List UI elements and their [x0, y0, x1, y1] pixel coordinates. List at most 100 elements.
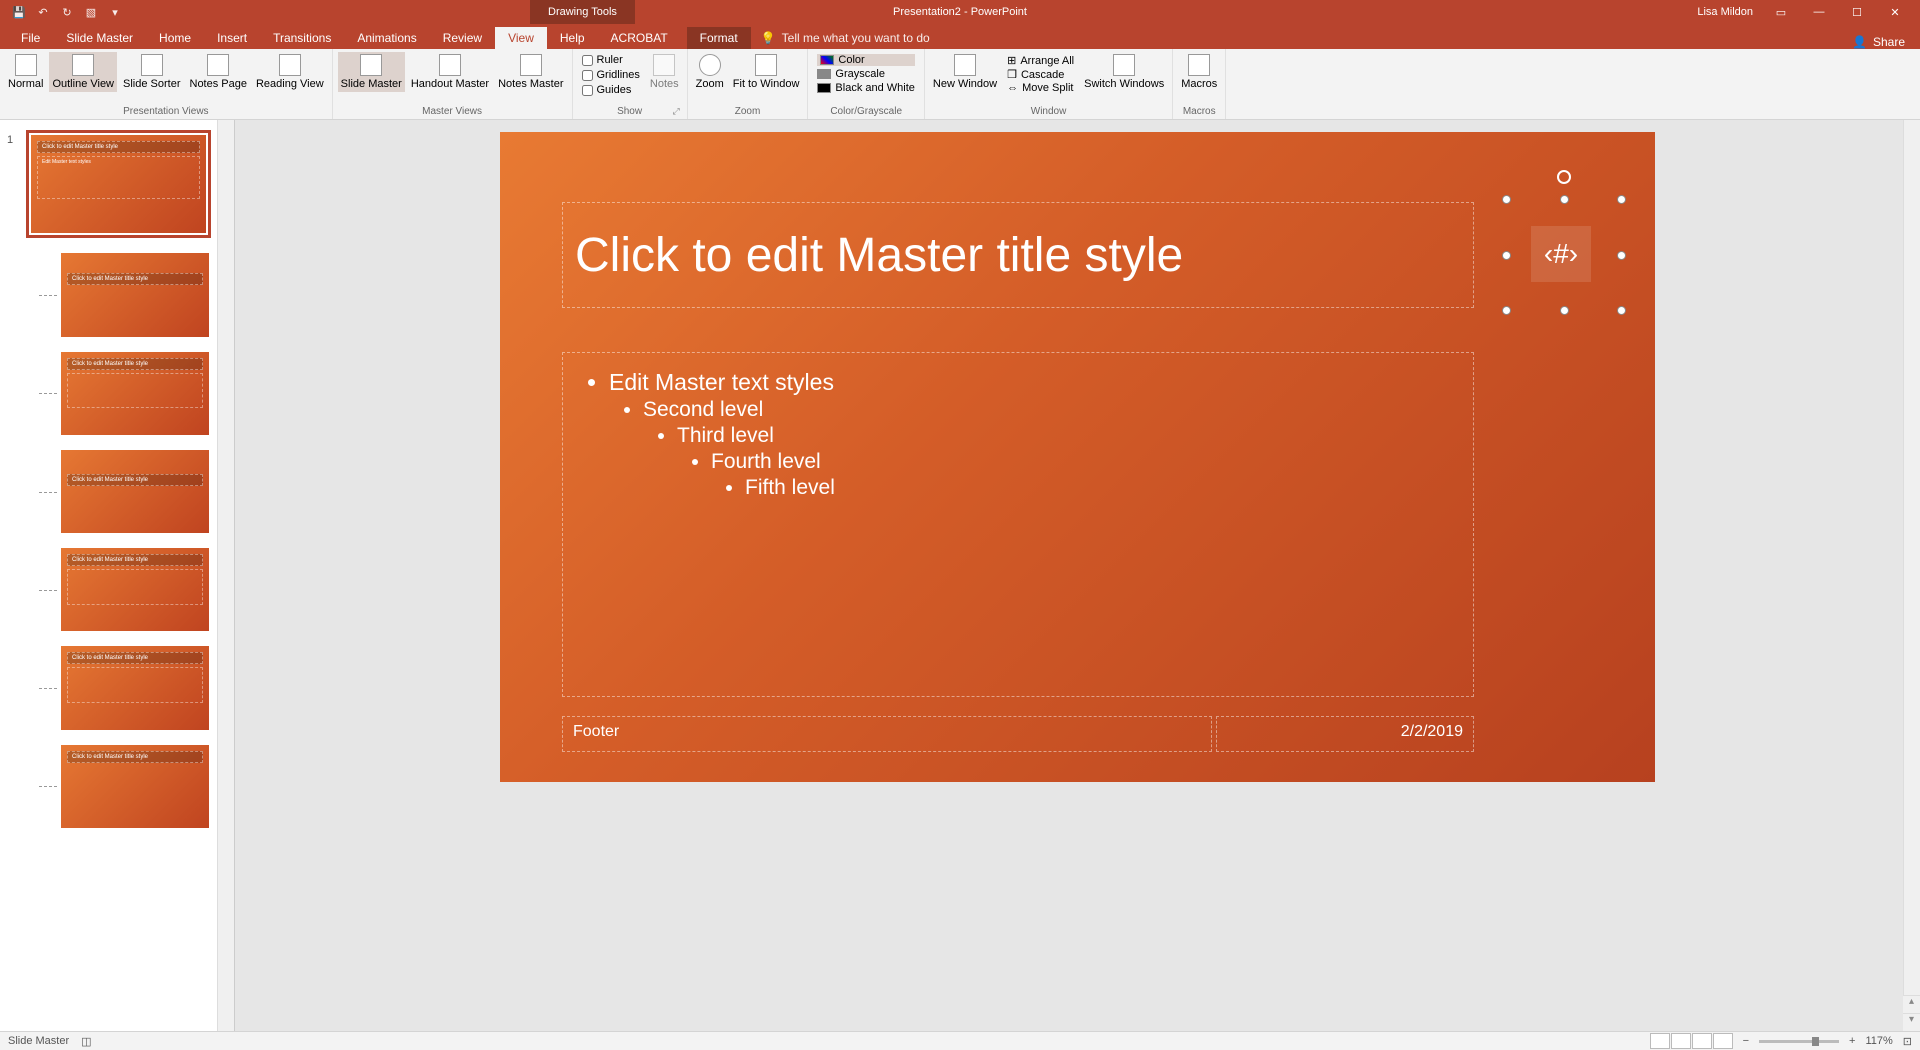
dialog-launcher-icon[interactable]: ⤢ — [672, 106, 679, 117]
next-slide-icon[interactable]: ▾ — [1903, 1013, 1920, 1031]
layout-thumbnail[interactable]: Click to edit Master title style — [61, 548, 209, 631]
resize-handle[interactable] — [1502, 306, 1511, 315]
zoom-level[interactable]: 117% — [1865, 1035, 1892, 1047]
new-window-button[interactable]: New Window — [930, 52, 1000, 92]
group-macros: Macros Macros — [1173, 49, 1226, 119]
qat-customize-icon[interactable]: ▾ — [108, 5, 122, 19]
move-split-button[interactable]: ⇔Move Split — [1007, 82, 1074, 94]
slide-nav-buttons: ▴ ▾ — [1903, 995, 1920, 1031]
reading-view-icon[interactable] — [1692, 1033, 1712, 1049]
minimize-icon[interactable]: — — [1809, 2, 1829, 22]
zoom-in-icon[interactable]: + — [1849, 1035, 1855, 1047]
group-presentation-views: Normal Outline View Slide Sorter Notes P… — [0, 49, 333, 119]
layout-thumbnail[interactable]: Click to edit Master title style — [61, 352, 209, 435]
share-button[interactable]: 👤 Share — [1852, 35, 1905, 49]
tab-home[interactable]: Home — [146, 27, 204, 49]
save-icon[interactable]: 💾 — [12, 5, 26, 19]
tab-help[interactable]: Help — [547, 27, 598, 49]
reading-view-button[interactable]: Reading View — [253, 52, 327, 92]
sorter-view-icon[interactable] — [1671, 1033, 1691, 1049]
normal-view-button[interactable]: Normal — [5, 52, 46, 92]
slide-number-placeholder-selected[interactable]: ‹#› — [1507, 200, 1621, 310]
resize-handle[interactable] — [1502, 251, 1511, 260]
ribbon: Normal Outline View Slide Sorter Notes P… — [0, 49, 1920, 120]
tell-me-search[interactable]: 💡 Tell me what you want to do — [751, 27, 940, 49]
ruler-checkbox[interactable]: Ruler — [582, 54, 640, 66]
group-label: Zoom — [693, 106, 803, 119]
start-slideshow-icon[interactable]: ▧ — [84, 5, 98, 19]
tab-animations[interactable]: Animations — [344, 27, 429, 49]
resize-handle[interactable] — [1502, 195, 1511, 204]
ribbon-options-icon[interactable]: ▭ — [1771, 2, 1791, 22]
footer-placeholder[interactable]: Footer — [562, 716, 1212, 752]
slide-sorter-button[interactable]: Slide Sorter — [120, 52, 183, 92]
list-item: Second level — [643, 398, 1453, 422]
resize-handle[interactable] — [1560, 195, 1569, 204]
document-title: Presentation2 - PowerPoint — [893, 6, 1027, 18]
black-white-option[interactable]: Black and White — [817, 82, 914, 94]
maximize-icon[interactable]: ☐ — [1847, 2, 1867, 22]
layout-thumbnail[interactable]: Click to edit Master title style — [61, 745, 209, 828]
title-placeholder[interactable]: Click to edit Master title style — [562, 202, 1474, 308]
zoom-out-icon[interactable]: − — [1743, 1035, 1749, 1047]
layout-thumbnail[interactable]: Click to edit Master title style — [61, 253, 209, 336]
slide-editor[interactable]: Click to edit Master title style Edit Ma… — [235, 120, 1920, 1031]
resize-handle[interactable] — [1560, 306, 1569, 315]
arrange-all-button[interactable]: ⊞Arrange All — [1007, 54, 1074, 67]
master-thumbnail[interactable]: Click to edit Master title style Edit Ma… — [26, 130, 211, 238]
tab-slide-master[interactable]: Slide Master — [53, 27, 146, 49]
switch-windows-button[interactable]: Switch Windows — [1081, 52, 1167, 92]
accessibility-icon[interactable]: ◫ — [81, 1035, 91, 1048]
tab-transitions[interactable]: Transitions — [260, 27, 344, 49]
fit-to-window-button[interactable]: Fit to Window — [730, 52, 803, 92]
zoom-button[interactable]: Zoom — [693, 52, 727, 92]
macros-button[interactable]: Macros — [1178, 52, 1220, 92]
tab-view[interactable]: View — [495, 27, 547, 49]
prev-slide-icon[interactable]: ▴ — [1903, 995, 1920, 1013]
fit-window-icon[interactable]: ⊡ — [1903, 1035, 1912, 1048]
notes-page-button[interactable]: Notes Page — [187, 52, 250, 92]
redo-icon[interactable]: ↻ — [60, 5, 74, 19]
resize-handle[interactable] — [1617, 251, 1626, 260]
notes-button: Notes — [647, 52, 682, 92]
body-placeholder[interactable]: Edit Master text styles Second level Thi… — [562, 352, 1474, 697]
resize-handle[interactable] — [1617, 195, 1626, 204]
zoom-slider[interactable] — [1759, 1040, 1839, 1043]
gridlines-checkbox[interactable]: Gridlines — [582, 69, 640, 81]
tab-format[interactable]: Format — [687, 27, 751, 49]
group-label: Macros — [1178, 106, 1220, 119]
thumbnail-scrollbar[interactable] — [217, 120, 234, 1031]
tab-acrobat[interactable]: ACROBAT — [598, 27, 681, 49]
thumbnail-list[interactable]: Click to edit Master title style Edit Ma… — [20, 120, 217, 1031]
normal-view-icon[interactable] — [1650, 1033, 1670, 1049]
user-name[interactable]: Lisa Mildon — [1697, 6, 1753, 18]
close-icon[interactable]: ✕ — [1885, 2, 1905, 22]
outline-view-button[interactable]: Outline View — [49, 52, 117, 92]
slideshow-view-icon[interactable] — [1713, 1033, 1733, 1049]
group-label: Color/Grayscale — [813, 106, 918, 119]
tab-file[interactable]: File — [8, 27, 53, 49]
date-placeholder[interactable]: 2/2/2019 — [1216, 716, 1474, 752]
tab-insert[interactable]: Insert — [204, 27, 260, 49]
editor-scrollbar[interactable] — [1903, 120, 1920, 1031]
layout-thumbnail[interactable]: Click to edit Master title style — [61, 646, 209, 729]
group-label: Master Views — [338, 106, 567, 119]
group-label: Show⤢ — [578, 106, 682, 119]
share-icon: 👤 — [1852, 35, 1867, 49]
color-option[interactable]: Color — [817, 54, 914, 66]
grayscale-option[interactable]: Grayscale — [817, 68, 914, 80]
guides-checkbox[interactable]: Guides — [582, 84, 640, 96]
rotation-handle[interactable] — [1557, 170, 1571, 184]
handout-master-button[interactable]: Handout Master — [408, 52, 492, 92]
tab-review[interactable]: Review — [430, 27, 495, 49]
layout-thumbnail[interactable]: Click to edit Master title style — [61, 450, 209, 533]
group-window: New Window ⊞Arrange All ❒Cascade ⇔Move S… — [925, 49, 1173, 119]
resize-handle[interactable] — [1617, 306, 1626, 315]
undo-icon[interactable]: ↶ — [36, 5, 50, 19]
notes-master-button[interactable]: Notes Master — [495, 52, 566, 92]
cascade-button[interactable]: ❒Cascade — [1007, 68, 1074, 81]
slide-master-button[interactable]: Slide Master — [338, 52, 405, 92]
group-master-views: Slide Master Handout Master Notes Master… — [333, 49, 573, 119]
slide-canvas[interactable]: Click to edit Master title style Edit Ma… — [500, 132, 1655, 782]
tell-me-label: Tell me what you want to do — [782, 31, 930, 45]
